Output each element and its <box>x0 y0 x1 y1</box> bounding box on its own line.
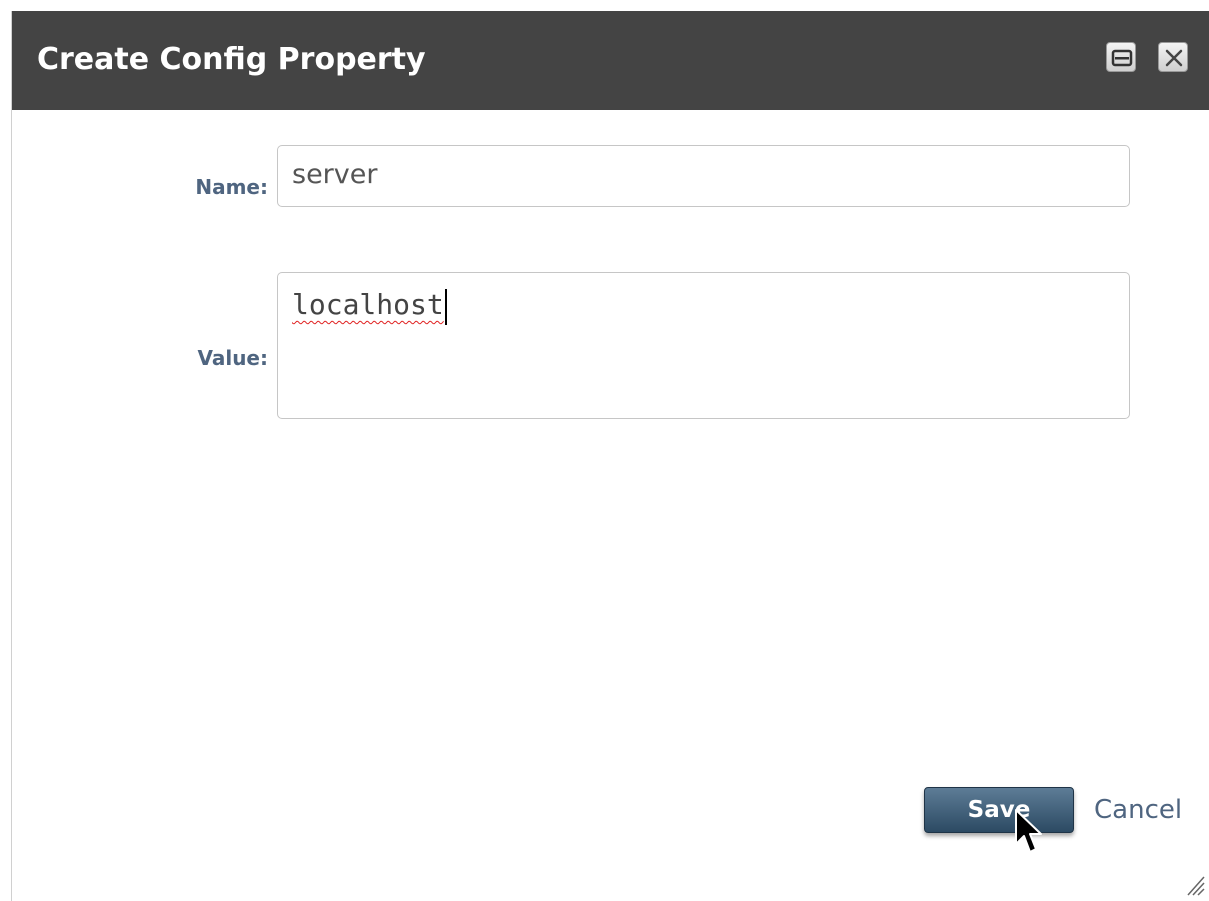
name-field[interactable]: server <box>277 145 1130 207</box>
resize-grip-icon[interactable] <box>1184 871 1206 897</box>
name-label: Name: <box>195 175 268 199</box>
value-field[interactable]: localhost <box>277 272 1130 419</box>
value-label: Value: <box>197 346 268 370</box>
minimize-button[interactable] <box>1106 42 1136 72</box>
close-button[interactable] <box>1158 42 1188 72</box>
dialog-titlebar[interactable]: Create Config Property <box>12 11 1209 110</box>
minimize-icon <box>1111 49 1133 67</box>
cancel-link[interactable]: Cancel <box>1094 795 1182 825</box>
text-caret <box>444 288 447 325</box>
close-icon <box>1165 49 1183 67</box>
create-config-property-dialog: Create Config Property Name: server Valu… <box>11 11 1209 901</box>
dialog-title: Create Config Property <box>37 42 426 77</box>
save-button[interactable]: Save <box>924 787 1074 833</box>
value-field-text: localhost <box>292 288 444 321</box>
mouse-pointer-icon <box>1015 809 1042 853</box>
